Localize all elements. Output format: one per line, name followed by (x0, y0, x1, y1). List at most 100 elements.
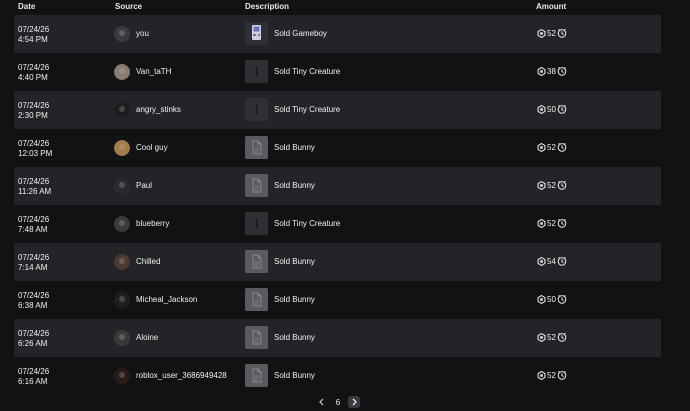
source-username[interactable]: roblox_user_3686949428 (136, 371, 227, 380)
avatar[interactable] (114, 140, 130, 156)
amount-value: 50 (547, 294, 556, 304)
user-avatar-icon (114, 216, 130, 232)
date-text: 07/24/26 (18, 101, 50, 110)
user-avatar-icon (114, 140, 130, 156)
item-description[interactable]: Sold Bunny (274, 143, 315, 152)
amount-value: 52 (547, 180, 556, 190)
pending-clock-icon (557, 104, 567, 114)
table-row: 07/24/26 7:14 AM Chilled Sold Bunny 54 (14, 243, 661, 281)
transaction-date: 07/24/26 12:03 PM (18, 139, 52, 159)
creature-thumbnail-icon (256, 67, 258, 76)
user-avatar-icon (114, 64, 130, 80)
bunny-thumbnail-placeholder-icon (252, 178, 262, 193)
avatar[interactable] (114, 64, 130, 80)
pending-clock-icon (557, 294, 567, 304)
robux-icon (537, 180, 546, 190)
user-avatar-icon (114, 178, 130, 194)
user-avatar-icon (114, 330, 130, 346)
item-description[interactable]: Sold Tiny Creature (274, 105, 340, 114)
item-description[interactable]: Sold Bunny (274, 295, 315, 304)
transaction-amount: 52 (537, 142, 567, 152)
item-thumbnail[interactable] (245, 250, 268, 273)
transaction-amount: 38 (537, 66, 567, 76)
item-thumbnail[interactable] (245, 364, 268, 387)
item-description[interactable]: Sold Tiny Creature (274, 67, 340, 76)
item-thumbnail[interactable] (245, 288, 268, 311)
item-thumbnail[interactable] (245, 98, 268, 121)
current-page: 6 (335, 397, 341, 407)
table-row: 07/24/26 6:38 AM Micheal_Jackson Sold Bunny… (14, 281, 661, 319)
table-row: 07/24/26 11:26 AM Paul Sold Bunny 52 (14, 167, 661, 205)
item-description[interactable]: Sold Bunny (274, 181, 315, 190)
source-username[interactable]: Cool guy (136, 143, 168, 152)
pagination: 6 (316, 396, 360, 408)
pending-clock-icon (557, 332, 567, 342)
robux-icon (537, 142, 546, 152)
prev-page-button[interactable] (316, 396, 328, 408)
table-row: 07/24/26 6:26 AM Aloine Sold Bunny 52 (14, 319, 661, 357)
table-row: 07/24/26 2:30 PM angry_stinks Sold Tiny Cre… (14, 91, 661, 129)
amount-value: 52 (547, 332, 556, 342)
item-thumbnail[interactable] (245, 22, 268, 45)
source-username[interactable]: Van_taTH (136, 67, 171, 76)
date-text: 07/24/26 (18, 63, 50, 72)
bunny-thumbnail-placeholder-icon (252, 330, 262, 345)
transaction-amount: 52 (537, 180, 567, 190)
avatar[interactable] (114, 216, 130, 232)
avatar[interactable] (114, 26, 130, 42)
item-description[interactable]: Sold Bunny (274, 371, 315, 380)
source-username[interactable]: blueberry (136, 219, 169, 228)
pending-clock-icon (557, 66, 567, 76)
amount-value: 38 (547, 66, 556, 76)
time-text: 11:26 AM (18, 187, 52, 196)
item-description[interactable]: Sold Gameboy (274, 29, 327, 38)
pending-clock-icon (557, 28, 567, 38)
source-username[interactable]: Aloine (136, 333, 158, 342)
header-description: Description (245, 2, 290, 11)
amount-value: 52 (547, 218, 556, 228)
item-description[interactable]: Sold Bunny (274, 257, 315, 266)
date-text: 07/24/26 (18, 25, 50, 34)
user-avatar-icon (114, 368, 130, 384)
amount-value: 54 (547, 256, 556, 266)
item-thumbnail[interactable] (245, 326, 268, 349)
item-thumbnail[interactable] (245, 60, 268, 83)
table-header: Date Source Description Amount (14, 0, 661, 15)
avatar[interactable] (114, 368, 130, 384)
header-source: Source (115, 2, 143, 11)
source-username[interactable]: Chilled (136, 257, 160, 266)
robux-icon (537, 332, 546, 342)
time-text: 6:16 AM (18, 377, 48, 386)
transaction-date: 07/24/26 7:14 AM (18, 253, 49, 273)
avatar[interactable] (114, 292, 130, 308)
gameboy-thumbnail-icon (252, 25, 261, 40)
source-username[interactable]: you (136, 29, 149, 38)
avatar[interactable] (114, 330, 130, 346)
time-text: 6:26 AM (18, 339, 48, 348)
bunny-thumbnail-placeholder-icon (252, 292, 262, 307)
source-username[interactable]: Paul (136, 181, 152, 190)
amount-value: 50 (547, 104, 556, 114)
amount-value: 52 (547, 142, 556, 152)
robux-icon (537, 256, 546, 266)
item-description[interactable]: Sold Bunny (274, 333, 315, 342)
user-avatar-icon (114, 292, 130, 308)
item-thumbnail[interactable] (245, 212, 268, 235)
avatar[interactable] (114, 254, 130, 270)
source-username[interactable]: Micheal_Jackson (136, 295, 197, 304)
avatar[interactable] (114, 102, 130, 118)
transactions-table: 07/24/26 4:54 PM you Sold Gameboy 52 07/24/2… (14, 15, 661, 395)
next-page-button[interactable] (348, 396, 360, 408)
transaction-amount: 54 (537, 256, 567, 266)
avatar[interactable] (114, 178, 130, 194)
pending-clock-icon (557, 256, 567, 266)
pending-clock-icon (557, 142, 567, 152)
time-text: 4:40 PM (18, 73, 48, 82)
transaction-amount: 52 (537, 332, 567, 342)
item-thumbnail[interactable] (245, 136, 268, 159)
item-description[interactable]: Sold Tiny Creature (274, 219, 340, 228)
time-text: 4:54 PM (18, 35, 48, 44)
source-username[interactable]: angry_stinks (136, 105, 181, 114)
item-thumbnail[interactable] (245, 174, 268, 197)
date-text: 07/24/26 (18, 177, 50, 186)
